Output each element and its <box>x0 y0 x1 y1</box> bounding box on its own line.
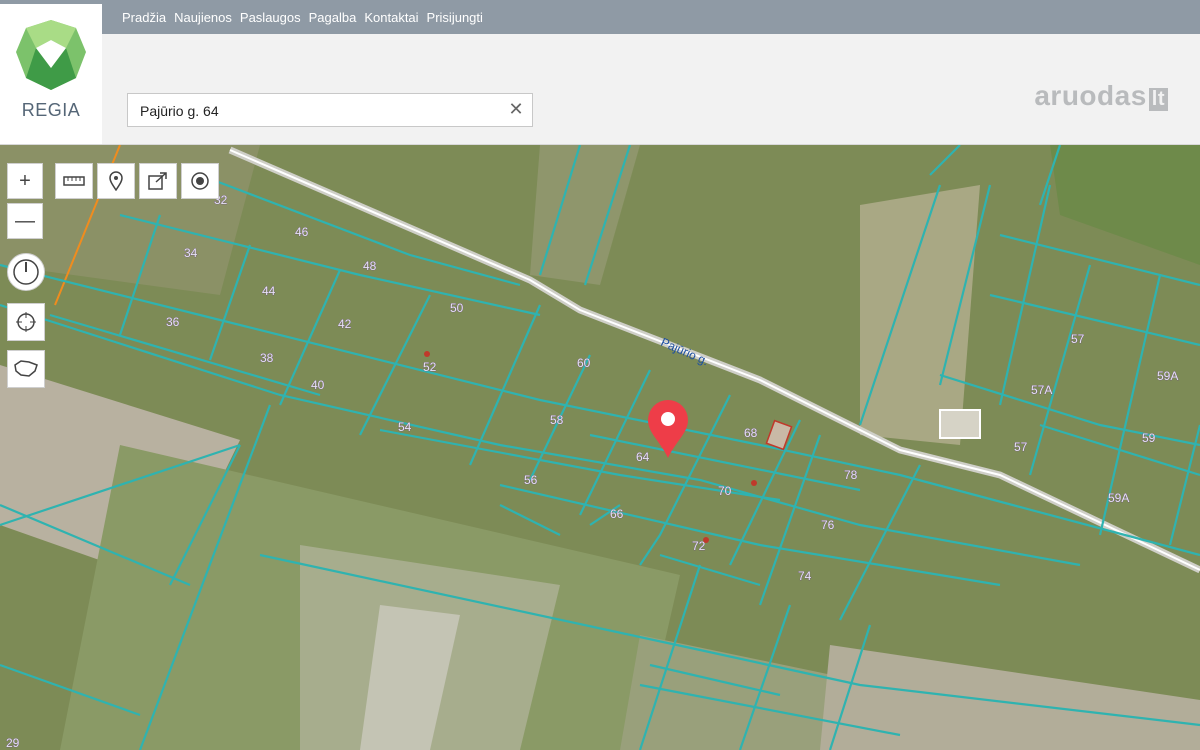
plot-label-48: 48 <box>363 259 377 273</box>
compass-icon <box>13 259 39 285</box>
zoom-out-icon: — <box>15 210 35 232</box>
zoom-in-icon: + <box>19 170 31 192</box>
plot-label-57a: 57A <box>1031 383 1052 397</box>
plot-label-40: 40 <box>311 378 325 392</box>
plot-label-74: 74 <box>798 569 812 583</box>
crosshair-button[interactable] <box>7 303 45 341</box>
plot-label-38: 38 <box>260 351 274 365</box>
plot-label-42: 42 <box>338 317 352 331</box>
plot-label-56: 56 <box>524 473 538 487</box>
plot-label-29: 29 <box>6 736 20 750</box>
map-canvas[interactable]: 32 34 36 38 40 42 44 46 48 50 52 54 56 5… <box>0 145 1200 750</box>
nav-link-pradzia[interactable]: Pradžia <box>122 10 166 25</box>
plot-label-46: 46 <box>295 225 309 239</box>
plot-label-76: 76 <box>821 518 835 532</box>
plot-label-44: 44 <box>262 284 276 298</box>
zoom-out-button[interactable]: — <box>7 203 43 239</box>
plot-label-52: 52 <box>423 360 437 374</box>
my-location-button[interactable] <box>181 163 219 199</box>
plot-label-57-bottom: 57 <box>1014 440 1028 454</box>
share-button[interactable] <box>139 163 177 199</box>
plot-label-68: 68 <box>744 426 758 440</box>
plot-label-59a-top: 59A <box>1157 369 1178 383</box>
pin-icon <box>109 171 123 191</box>
measure-button[interactable] <box>55 163 93 199</box>
top-navigation: Pradžia Naujienos Paslaugos Pagalba Kont… <box>0 0 1200 34</box>
nav-link-kontaktai[interactable]: Kontaktai <box>364 10 418 25</box>
plot-label-59a-bottom: 59A <box>1108 491 1129 505</box>
plot-label-78: 78 <box>844 468 858 482</box>
crosshair-icon <box>16 312 36 332</box>
clear-search-button[interactable]: ✕ <box>506 99 526 119</box>
plot-label-54: 54 <box>398 420 412 434</box>
plot-label-64: 64 <box>636 450 650 464</box>
nav-link-paslaugos[interactable]: Paslaugos <box>240 10 301 25</box>
regia-logo[interactable]: REGIA <box>0 4 102 144</box>
plot-label-59: 59 <box>1142 431 1156 445</box>
header-bar: ✕ aruodaslt <box>0 34 1200 145</box>
ruler-icon <box>63 176 85 186</box>
search-input[interactable] <box>138 94 502 128</box>
brand-name: aruodas <box>1034 80 1147 111</box>
map-view[interactable]: 32 34 36 38 40 42 44 46 48 50 52 54 56 5… <box>0 145 1200 750</box>
plot-label-36: 36 <box>166 315 180 329</box>
regia-gem-icon <box>16 20 86 90</box>
plot-label-50: 50 <box>450 301 464 315</box>
aruodas-logo[interactable]: aruodas lt <box>1034 80 1168 112</box>
plot-label-70: 70 <box>718 484 732 498</box>
plot-label-60: 60 <box>577 356 591 370</box>
place-marker-button[interactable] <box>97 163 135 199</box>
nav-links: Pradžia Naujienos Paslaugos Pagalba Kont… <box>122 0 491 34</box>
brand-suffix: lt <box>1148 88 1168 111</box>
nav-link-prisijungti[interactable]: Prisijungti <box>427 10 483 25</box>
target-icon <box>191 172 209 190</box>
plot-label-57-top: 57 <box>1071 332 1085 346</box>
logo-text: REGIA <box>21 100 81 120</box>
search-box: ✕ <box>127 93 533 128</box>
zoom-in-button[interactable]: + <box>7 163 43 199</box>
share-icon <box>148 172 167 190</box>
plot-label-34: 34 <box>184 246 198 260</box>
nav-link-pagalba[interactable]: Pagalba <box>309 10 357 25</box>
plot-label-58: 58 <box>550 413 564 427</box>
plot-label-66: 66 <box>610 507 624 521</box>
nav-link-naujienos[interactable]: Naujienos <box>174 10 232 25</box>
compass-button[interactable] <box>7 253 45 291</box>
country-extent-button[interactable] <box>7 350 45 388</box>
lithuania-map-icon <box>14 360 38 377</box>
